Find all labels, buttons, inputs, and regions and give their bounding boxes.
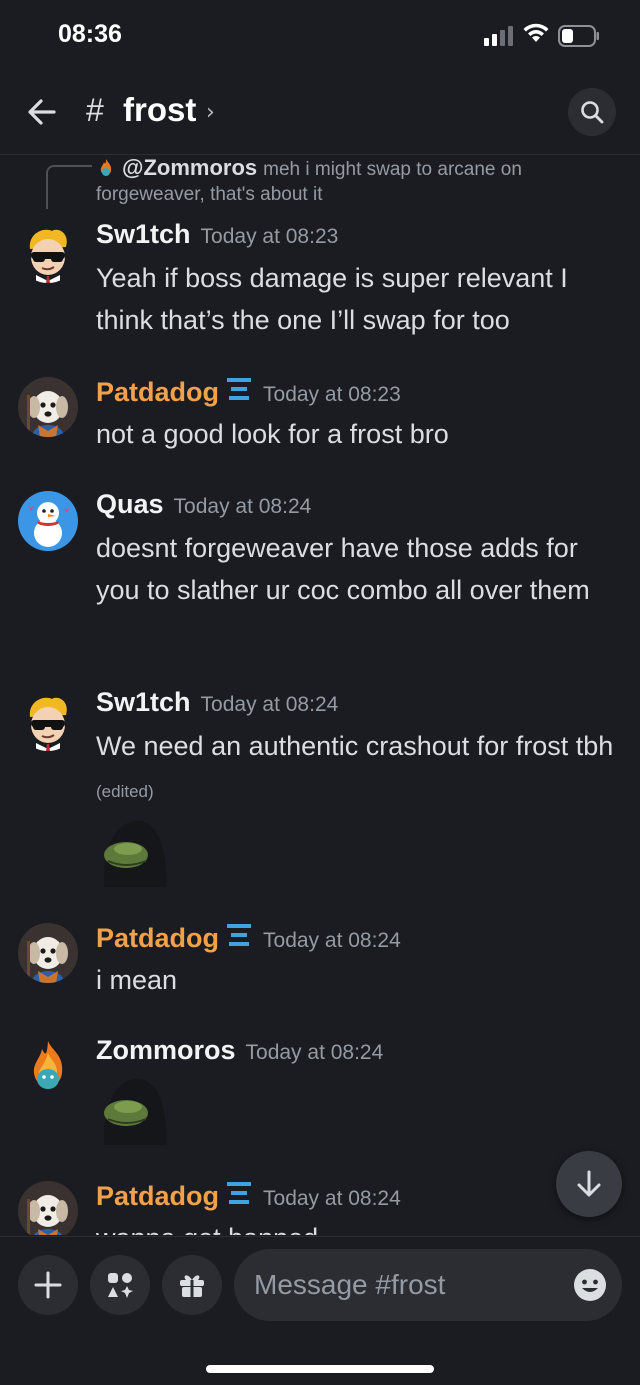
message-text: doesnt forgeweaver have those adds for y… (96, 533, 590, 605)
gift-icon (180, 1275, 204, 1297)
message-timestamp: Today at 08:24 (245, 1041, 384, 1064)
message-timestamp: Today at 08:23 (263, 383, 401, 406)
hooded-frog-sticker[interactable] (96, 1073, 168, 1145)
sw1tch-avatar-icon (18, 691, 78, 751)
message-timestamp: Today at 08:24 (263, 1187, 401, 1210)
message-text: i mean (96, 965, 178, 995)
check-the-pins-badge-icon (227, 378, 252, 400)
check-the-pins-badge-icon (227, 1182, 252, 1204)
message-author[interactable]: Quas Today at 08:24 (96, 489, 311, 520)
message-text: wanna get banned (96, 1217, 620, 1235)
message-text: Yeah if boss damage is super relevant I … (96, 263, 568, 335)
message-text: We need an authentic crashout for frost … (96, 731, 614, 801)
scroll-down-icon (577, 1170, 601, 1197)
hooded-frog-sticker-icon (96, 1073, 168, 1145)
fire-avatar-mini-icon (100, 159, 112, 176)
message-input[interactable]: Message #frost (234, 1249, 622, 1321)
search-button[interactable] (568, 88, 616, 136)
message-timestamp: Today at 08:24 (263, 929, 401, 952)
message-author[interactable]: Zommoros Today at 08:24 (96, 1035, 383, 1066)
gift-button[interactable] (162, 1255, 222, 1315)
add-attachment-button[interactable] (18, 1255, 78, 1315)
channel-name[interactable]: frost (123, 91, 196, 129)
channel-header: # frost › (0, 72, 640, 155)
apps-icon (108, 1273, 133, 1298)
message-composer: Message #frost (0, 1236, 640, 1385)
message-timestamp: Today at 08:24 (200, 693, 339, 716)
emoji-icon[interactable] (572, 1267, 608, 1303)
home-indicator[interactable] (206, 1365, 434, 1373)
apps-button[interactable] (90, 1255, 150, 1315)
sw1tch-avatar-icon (18, 223, 78, 283)
message-text: not a good look for a frost bro (96, 419, 449, 449)
quas-snowman-avatar-icon (18, 491, 78, 551)
patdadog-avatar-icon (18, 923, 78, 983)
channel-hash: # (86, 92, 104, 128)
reply-connector (46, 165, 92, 209)
message-timestamp: Today at 08:24 (173, 495, 312, 518)
scroll-to-bottom-button[interactable] (556, 1151, 622, 1217)
reply-preview[interactable]: @Zommoros meh i might swap to arcane on f… (96, 155, 616, 207)
channel-chevron[interactable]: › (206, 100, 215, 125)
battery-icon (558, 25, 599, 47)
avatar[interactable] (18, 223, 78, 283)
edited-label: (edited) (96, 782, 154, 801)
avatar[interactable] (18, 1037, 78, 1097)
patdadog-avatar-icon (18, 1181, 78, 1235)
signal-icon (484, 26, 513, 46)
reply-author: @Zommoros (122, 155, 258, 180)
back-arrow-icon[interactable] (24, 94, 60, 130)
wifi-icon (523, 23, 549, 42)
status-time: 08:36 (58, 20, 122, 48)
message-author[interactable]: Sw1tch Today at 08:23 (96, 219, 338, 250)
zommoros-fire-avatar-icon (18, 1037, 78, 1097)
avatar[interactable] (18, 491, 78, 551)
search-icon (581, 101, 604, 124)
hooded-frog-sticker-icon (96, 815, 168, 887)
avatar[interactable] (18, 923, 78, 983)
message-author[interactable]: Patdadog Today at 08:24 (96, 921, 401, 954)
patdadog-avatar-icon (18, 377, 78, 437)
message-author[interactable]: Patdadog Today at 08:24 (96, 1179, 401, 1212)
avatar[interactable] (18, 1181, 78, 1235)
message-timestamp: Today at 08:23 (200, 225, 339, 248)
status-bar: 08:36 (0, 0, 640, 72)
avatar[interactable] (18, 377, 78, 437)
hooded-frog-sticker[interactable] (96, 815, 168, 887)
message-author[interactable]: Patdadog Today at 08:23 (96, 375, 401, 408)
plus-icon (34, 1271, 62, 1299)
message-author[interactable]: Sw1tch Today at 08:24 (96, 687, 338, 718)
message-list[interactable]: @Zommoros meh i might swap to arcane on f… (0, 155, 640, 1235)
message-input-placeholder: Message #frost (254, 1269, 446, 1300)
check-the-pins-badge-icon (227, 924, 252, 946)
avatar[interactable] (18, 691, 78, 751)
